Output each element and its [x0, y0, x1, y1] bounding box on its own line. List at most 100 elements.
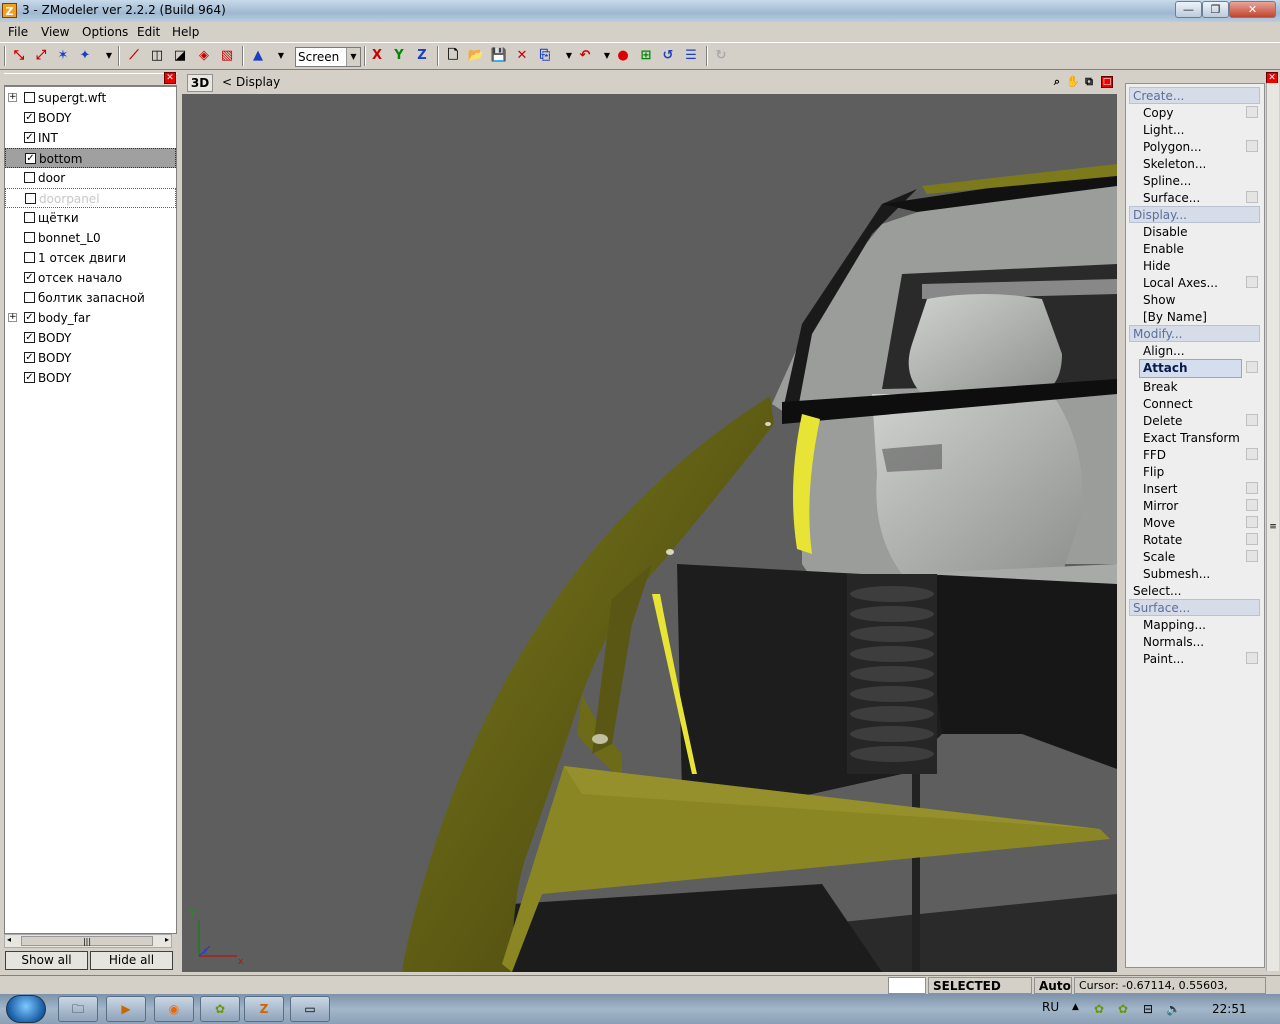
- command-item[interactable]: FFD: [1126, 446, 1264, 463]
- zmodeler-task-icon[interactable]: Z: [244, 996, 284, 1022]
- media-player-task-icon[interactable]: ▶: [106, 996, 146, 1022]
- expand-icon[interactable]: +: [8, 313, 17, 322]
- tray-expand-icon[interactable]: ▲: [1072, 1002, 1079, 1012]
- close-icon[interactable]: ✕: [164, 72, 176, 84]
- select-vertex-icon[interactable]: ⤡: [10, 47, 28, 65]
- volume-icon[interactable]: 🔈: [1166, 1002, 1181, 1016]
- box-wire-icon[interactable]: ◫: [148, 47, 166, 65]
- visibility-checkbox[interactable]: ✓: [24, 272, 35, 283]
- back-arrow[interactable]: <: [222, 75, 232, 89]
- minimize-button[interactable]: —: [1175, 1, 1202, 18]
- command-item[interactable]: Light...: [1126, 121, 1264, 138]
- select-poly-icon[interactable]: ⤢: [32, 47, 50, 65]
- axis-x-toggle[interactable]: X: [368, 47, 386, 65]
- tray-app-icon[interactable]: ✿: [1118, 1002, 1128, 1016]
- new-file-icon[interactable]: 🗋: [444, 47, 462, 65]
- command-item[interactable]: Enable: [1126, 240, 1264, 257]
- menu-view[interactable]: View: [41, 25, 69, 39]
- options-checkbox[interactable]: [1246, 106, 1258, 118]
- menu-help[interactable]: Help: [172, 25, 199, 39]
- visibility-checkbox[interactable]: ✓: [24, 352, 35, 363]
- options-checkbox[interactable]: [1246, 414, 1258, 426]
- tree-item[interactable]: болтик запасной: [5, 288, 176, 308]
- options-checkbox[interactable]: [1246, 482, 1258, 494]
- tree-item[interactable]: 1 отсек двиги: [5, 248, 176, 268]
- maximize-button[interactable]: ❐: [1202, 1, 1229, 18]
- visibility-checkbox[interactable]: [25, 193, 36, 204]
- command-item[interactable]: Normals...: [1126, 633, 1264, 650]
- command-item[interactable]: Mapping...: [1126, 616, 1264, 633]
- scroll-right-icon[interactable]: ▸: [165, 935, 169, 944]
- window-task-icon[interactable]: ▭: [290, 996, 330, 1022]
- axis-z-toggle[interactable]: Z: [413, 47, 431, 65]
- command-item[interactable]: Surface...: [1126, 189, 1264, 206]
- view-mode-button[interactable]: 3D: [187, 74, 213, 92]
- options-checkbox[interactable]: [1246, 140, 1258, 152]
- axis-y-toggle[interactable]: Y: [390, 47, 408, 65]
- scroll-thumb[interactable]: ≡: [1268, 513, 1278, 543]
- maximize-view-icon[interactable]: ⧉: [1080, 73, 1098, 91]
- options-checkbox[interactable]: [1246, 652, 1258, 664]
- options-checkbox[interactable]: [1246, 499, 1258, 511]
- dropdown-arrow-icon[interactable]: ▼: [272, 47, 290, 65]
- command-item[interactable]: Paint...: [1126, 650, 1264, 667]
- command-item[interactable]: Polygon...: [1126, 138, 1264, 155]
- visibility-checkbox[interactable]: [24, 92, 35, 103]
- open-file-icon[interactable]: 📂: [467, 47, 485, 65]
- tree-item[interactable]: ✓ BODY: [5, 108, 176, 128]
- import-icon[interactable]: ⎘: [536, 47, 554, 65]
- horizontal-scrollbar[interactable]: ◂ ||| ▸: [4, 934, 172, 948]
- visibility-checkbox[interactable]: [24, 292, 35, 303]
- close-button[interactable]: ✕: [1229, 1, 1276, 18]
- app-task-icon[interactable]: ✿: [200, 996, 240, 1022]
- command-item[interactable]: Hide: [1126, 257, 1264, 274]
- options-checkbox[interactable]: [1246, 276, 1258, 288]
- box-red-icon[interactable]: ◈: [195, 47, 213, 65]
- chevron-down-icon[interactable]: ▼: [346, 48, 360, 66]
- delete-icon[interactable]: ✕: [513, 47, 531, 65]
- coord-mode-select[interactable]: Screen ▼: [295, 47, 361, 67]
- command-group-header[interactable]: Create...: [1129, 87, 1260, 104]
- show-all-button[interactable]: Show all: [5, 951, 88, 970]
- command-item[interactable]: Break: [1126, 378, 1264, 395]
- command-item[interactable]: Connect: [1126, 395, 1264, 412]
- menu-edit[interactable]: Edit: [137, 25, 160, 39]
- box-textured-icon[interactable]: ▧: [218, 47, 236, 65]
- close-view-icon[interactable]: □: [1101, 76, 1113, 88]
- tree-item[interactable]: щётки: [5, 208, 176, 228]
- box-solid-icon[interactable]: ◪: [171, 47, 189, 65]
- command-item[interactable]: Skeleton...: [1126, 155, 1264, 172]
- hide-all-button[interactable]: Hide all: [90, 951, 173, 970]
- language-indicator[interactable]: RU: [1042, 1000, 1059, 1014]
- visibility-checkbox[interactable]: [24, 212, 35, 223]
- command-item[interactable]: Disable: [1126, 223, 1264, 240]
- tree-icon[interactable]: ⊞: [637, 47, 655, 65]
- visibility-checkbox[interactable]: ✓: [24, 112, 35, 123]
- visibility-checkbox[interactable]: ✓: [24, 332, 35, 343]
- tree-item[interactable]: ✓ BODY: [5, 368, 176, 388]
- scroll-left-icon[interactable]: ◂: [7, 935, 11, 944]
- tree-item[interactable]: ✓ BODY: [5, 348, 176, 368]
- command-item[interactable]: Attach: [1139, 359, 1242, 378]
- scene-canvas[interactable]: y z x: [182, 94, 1117, 972]
- options-checkbox[interactable]: [1246, 448, 1258, 460]
- start-button[interactable]: [6, 995, 46, 1023]
- vertical-scrollbar[interactable]: ≡: [1266, 83, 1279, 971]
- command-item[interactable]: Flip: [1126, 463, 1264, 480]
- redo-icon[interactable]: ↻: [712, 47, 730, 65]
- options-checkbox[interactable]: [1246, 516, 1258, 528]
- tree-item[interactable]: ✓ INT: [5, 128, 176, 148]
- tree-item[interactable]: ✓ BODY: [5, 328, 176, 348]
- visibility-checkbox[interactable]: ✓: [24, 132, 35, 143]
- command-item[interactable]: Mirror: [1126, 497, 1264, 514]
- record-icon[interactable]: ●: [614, 47, 632, 65]
- visibility-checkbox[interactable]: ✓: [24, 372, 35, 383]
- command-group-header[interactable]: Surface...: [1129, 599, 1260, 616]
- properties-icon[interactable]: ☰: [682, 47, 700, 65]
- line-tool-icon[interactable]: ⟋: [125, 47, 143, 65]
- options-checkbox[interactable]: [1246, 533, 1258, 545]
- command-item[interactable]: Submesh...: [1126, 565, 1264, 582]
- command-item[interactable]: Delete: [1126, 412, 1264, 429]
- visibility-checkbox[interactable]: [24, 232, 35, 243]
- expand-icon[interactable]: +: [8, 93, 17, 102]
